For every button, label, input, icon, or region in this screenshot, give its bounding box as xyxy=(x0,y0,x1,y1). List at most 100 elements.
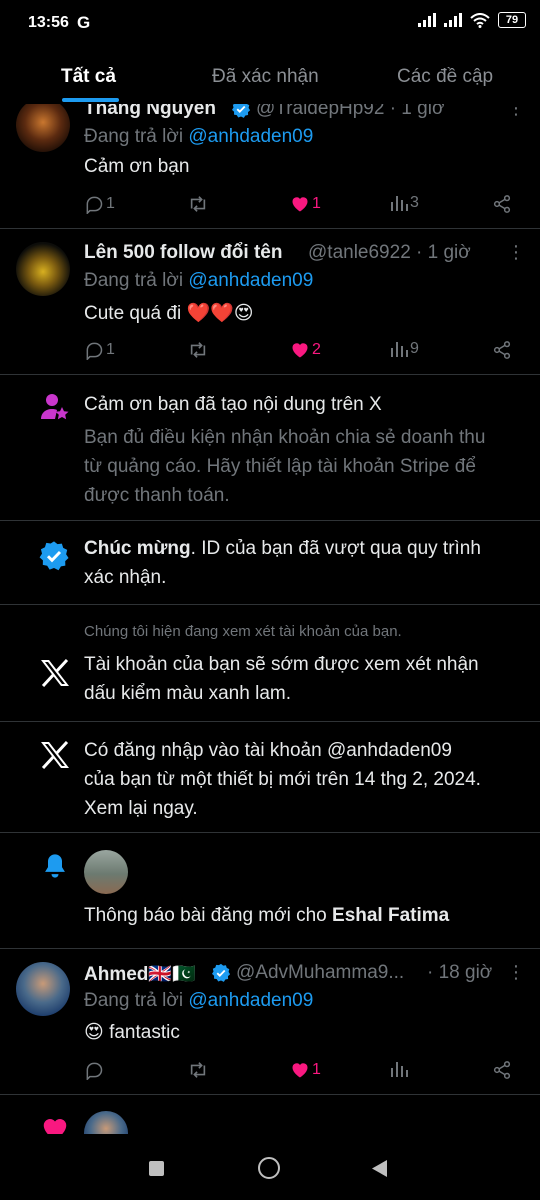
notification-body-line: Tài khoản của bạn sẽ sớm được xem xét nh… xyxy=(84,654,479,675)
clock: 13:56 xyxy=(28,14,69,31)
verified-badge-icon xyxy=(232,104,251,118)
congrats-bold: Chúc mừng xyxy=(84,538,191,559)
notification-body-line: Bạn đủ điều kiện nhận khoản chia sẻ doan… xyxy=(84,427,486,448)
author-handle: @tanle6922 · 1 giờ xyxy=(308,242,471,263)
x-logo-icon xyxy=(41,741,69,769)
reply-prefix: Đang trả lời xyxy=(84,990,184,1011)
reply-button[interactable]: 1 xyxy=(84,194,115,214)
signal-icon-2 xyxy=(444,13,462,27)
status-bar: 13:56 G 79 xyxy=(0,0,540,46)
repost-button[interactable] xyxy=(187,1060,209,1080)
divider xyxy=(0,948,540,949)
heart-filled-icon xyxy=(43,1119,67,1134)
repost-icon xyxy=(190,342,206,358)
share-icon[interactable] xyxy=(492,340,512,360)
repost-icon xyxy=(190,1062,206,1078)
like-button[interactable]: 2 xyxy=(290,340,321,360)
repost-icon xyxy=(190,196,206,212)
newpost-text: Thông báo bài đăng mới cho xyxy=(84,905,333,926)
wifi-icon xyxy=(470,12,490,28)
heart-filled-icon xyxy=(292,343,308,358)
status-icons: 79 xyxy=(418,12,526,28)
notification-body-line: Xem lại ngay. xyxy=(84,798,198,819)
views-button[interactable]: 9 xyxy=(390,340,419,358)
share-icon[interactable] xyxy=(492,1060,512,1080)
like-button[interactable]: 1 xyxy=(290,194,321,214)
avatar[interactable] xyxy=(16,242,70,296)
like-count: 2 xyxy=(312,341,321,358)
views-icon xyxy=(391,342,408,357)
reply-button[interactable]: 1 xyxy=(84,340,115,360)
recents-button[interactable] xyxy=(149,1161,164,1176)
view-count: 9 xyxy=(410,340,419,357)
verified-badge-icon xyxy=(212,963,231,982)
signal-icon xyxy=(418,13,436,27)
notification-body-line: của bạn từ một thiết bị mới trên 14 thg … xyxy=(84,769,481,790)
divider xyxy=(0,520,540,521)
home-button[interactable] xyxy=(258,1157,280,1179)
post-text: Cute quá đi ❤️❤️😍 xyxy=(84,303,254,324)
divider xyxy=(0,374,540,375)
reply-count: 1 xyxy=(106,195,115,212)
notification-tabs: Tất cả Đã xác nhận Các đề cập xyxy=(0,46,540,104)
author-handle: @AdvMuhamma9... xyxy=(236,962,405,983)
avatar[interactable] xyxy=(84,850,128,894)
views-button[interactable] xyxy=(390,1060,408,1078)
author-name[interactable]: Lên 500 follow đổi tên xyxy=(84,242,282,264)
reply-button[interactable] xyxy=(84,1060,104,1080)
reply-prefix: Đang trả lời xyxy=(84,126,184,147)
divider xyxy=(0,832,540,833)
more-options-icon[interactable]: ⋮ xyxy=(507,242,525,263)
post-text: 😍 fantastic xyxy=(84,1022,180,1043)
author-handle: @TraidepHp92 · 1 giờ xyxy=(256,104,445,119)
back-button[interactable] xyxy=(370,1159,388,1178)
reply-icon xyxy=(86,1062,103,1080)
notification-caption: Chúng tôi hiện đang xem xét tài khoản củ… xyxy=(84,623,402,640)
replying-to: Đang trả lời @anhdaden09 xyxy=(84,126,313,148)
post-text: Cảm ơn bạn xyxy=(84,156,190,177)
heart-filled-icon xyxy=(292,197,308,212)
repost-button[interactable] xyxy=(187,194,209,214)
notification-body-line: dấu kiểm màu xanh lam. xyxy=(84,683,291,704)
reply-mention[interactable]: @anhdaden09 xyxy=(188,990,313,1011)
divider xyxy=(0,228,540,229)
notification-title: Chúc mừng. ID của bạn đã vượt qua quy tr… xyxy=(84,534,481,563)
reply-mention[interactable]: @anhdaden09 xyxy=(188,126,313,147)
view-count: 3 xyxy=(410,194,419,211)
author-name[interactable]: Thắng Nguyễn xyxy=(84,104,216,120)
notification-feed[interactable]: Thắng Nguyễn @TraidepHp92 · 1 giờ ⋮ Đang… xyxy=(0,104,540,1134)
reply-icon xyxy=(86,196,103,214)
more-options-icon[interactable]: ⋮ xyxy=(507,104,525,119)
avatar[interactable] xyxy=(84,1111,128,1134)
author-name[interactable]: Ahmed🇬🇧🇵🇰 xyxy=(84,962,196,986)
active-tab-indicator xyxy=(62,98,119,102)
tab-verified[interactable]: Đã xác nhận xyxy=(212,66,319,88)
divider xyxy=(0,1094,540,1095)
share-icon[interactable] xyxy=(492,194,512,214)
notification-body-line: từ quảng cáo. Hãy thiết lập tài khoản St… xyxy=(84,456,476,477)
more-options-icon[interactable]: ⋮ xyxy=(507,962,525,983)
repost-button[interactable] xyxy=(187,340,209,360)
tab-mentions[interactable]: Các đề cập xyxy=(397,66,493,88)
tab-all[interactable]: Tất cả xyxy=(61,66,116,88)
account-name[interactable]: Eshal Fatima xyxy=(332,905,449,926)
heart-filled-icon xyxy=(292,1063,308,1078)
views-icon xyxy=(391,196,408,211)
avatar[interactable] xyxy=(16,104,70,152)
notification-body-line: được thanh toán. xyxy=(84,485,230,506)
views-icon xyxy=(391,1062,408,1077)
notification-body-line: xác nhận. xyxy=(84,567,167,588)
reply-mention[interactable]: @anhdaden09 xyxy=(188,270,313,291)
replying-to: Đang trả lời @anhdaden09 xyxy=(84,270,313,292)
reply-prefix: Đang trả lời xyxy=(84,270,184,291)
system-nav-bar xyxy=(0,1134,540,1200)
replying-to: Đang trả lời @anhdaden09 xyxy=(84,990,313,1012)
like-button[interactable]: 1 xyxy=(290,1060,321,1080)
avatar[interactable] xyxy=(16,962,70,1016)
like-count: 1 xyxy=(312,195,321,212)
views-button[interactable]: 3 xyxy=(390,194,419,212)
like-count: 1 xyxy=(312,1061,321,1078)
notification-body-line: Thông báo bài đăng mới cho Eshal Fatima xyxy=(84,901,449,930)
divider xyxy=(0,721,540,722)
x-logo-icon xyxy=(41,659,69,687)
